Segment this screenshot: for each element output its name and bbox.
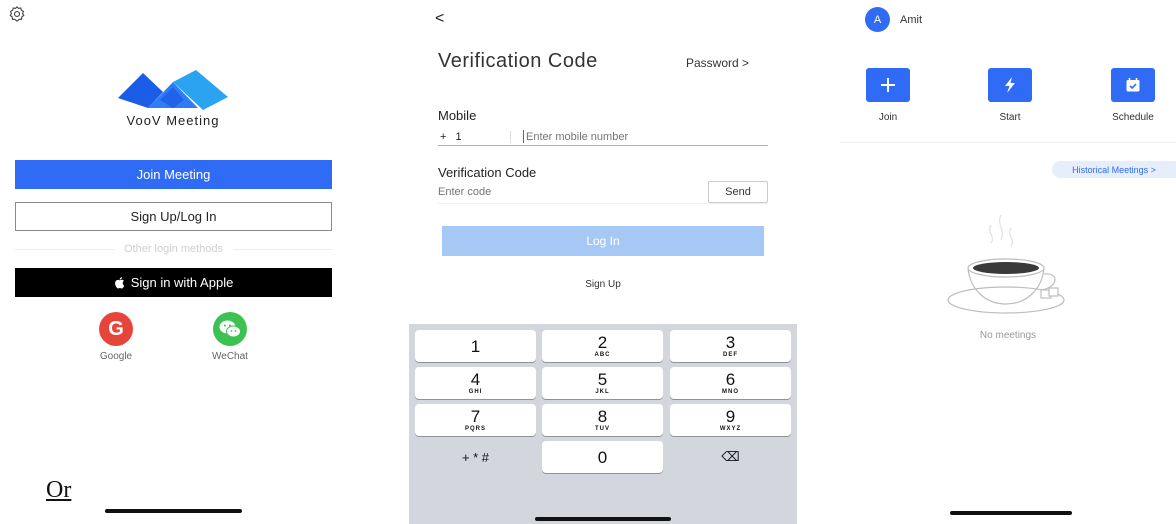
key-symbols-label: + * # — [461, 449, 490, 465]
mobile-number-input[interactable] — [526, 130, 726, 143]
key-5[interactable]: 5 JKL — [542, 367, 663, 399]
user-name[interactable]: Amit — [900, 14, 922, 26]
other-login-label: Other login methods — [123, 243, 224, 255]
key-digit: 1 — [470, 336, 481, 356]
numeric-keypad: 1 2 ABC 3 DEF 4 GHI 5 JKL 6 MNO 7 PQRS 8 TUV 9W… — [409, 324, 797, 524]
sign-in-with-apple-button[interactable]: Sign in with Apple — [15, 268, 332, 297]
gear-icon[interactable] — [8, 5, 26, 23]
field-separator — [510, 130, 511, 143]
back-button[interactable]: < — [435, 10, 444, 28]
wechat-label: WeChat — [212, 351, 248, 362]
home-screen: A Amit Join Start Schedule Historical Me… — [840, 0, 1176, 524]
divider-rule — [233, 248, 332, 250]
login-screen: VooV Meeting Join Meeting Sign Up/Log In… — [0, 0, 346, 524]
verification-screen: < Verification Code Password > Mobile + … — [409, 0, 797, 524]
country-code-selector[interactable]: + 1 — [438, 131, 510, 143]
signup-login-button[interactable]: Sign Up/Log In — [15, 202, 332, 231]
join-label: Join — [878, 112, 898, 123]
key-symbols[interactable]: + * # — [415, 441, 536, 473]
join-meeting-button[interactable]: Join Meeting — [15, 160, 332, 189]
start-label: Start — [999, 112, 1021, 123]
page-title: Verification Code — [438, 50, 598, 72]
mobile-label: Mobile — [438, 108, 477, 123]
plus-icon — [866, 68, 910, 102]
google-login-button[interactable]: G Google — [86, 312, 146, 362]
home-indicator — [950, 511, 1072, 515]
key-letters: PQRS — [464, 426, 486, 432]
key-digit: 9 — [725, 407, 736, 426]
key-7[interactable]: 7 PQRS — [415, 404, 536, 436]
join-button[interactable]: Join — [848, 68, 928, 123]
apple-icon — [114, 277, 124, 289]
key-letters: DEF — [723, 352, 738, 358]
key-letters: JKL — [595, 389, 610, 395]
apple-button-label: Sign in with Apple — [130, 275, 234, 290]
key-1[interactable]: 1 — [415, 330, 536, 362]
text-caret — [523, 130, 524, 143]
wechat-login-button[interactable]: WeChat — [200, 312, 260, 362]
key-backspace[interactable]: ⌫ — [670, 441, 791, 473]
key-2[interactable]: 2 ABC — [542, 330, 663, 362]
key-9[interactable]: 9 WXYZ — [670, 404, 791, 436]
home-indicator — [105, 509, 242, 513]
key-digit: 4 — [470, 370, 481, 389]
mobile-field-row: + 1 — [438, 128, 768, 146]
key-letters: TUV — [595, 426, 610, 432]
key-letters: ABC — [594, 352, 611, 358]
historical-meetings-button[interactable]: Historical Meetings > — [1052, 161, 1176, 178]
voov-logo-icon — [118, 70, 228, 110]
lightning-icon — [988, 68, 1032, 102]
key-digit: 2 — [597, 333, 608, 352]
key-letters: WXYZ — [719, 426, 742, 432]
schedule-label: Schedule — [1112, 112, 1154, 123]
key-digit: 6 — [725, 370, 736, 389]
key-6[interactable]: 6 MNO — [670, 367, 791, 399]
key-digit: 3 — [725, 333, 736, 352]
calendar-check-icon — [1111, 68, 1155, 102]
wechat-icon — [213, 312, 247, 346]
key-digit: 5 — [597, 370, 608, 389]
divider-rule — [15, 248, 114, 250]
key-8[interactable]: 8 TUV — [542, 404, 663, 436]
or-caption: Or — [46, 477, 72, 503]
start-button[interactable]: Start — [970, 68, 1050, 123]
key-digit: 8 — [597, 407, 608, 426]
key-4[interactable]: 4 GHI — [415, 367, 536, 399]
key-0[interactable]: 0 — [542, 441, 663, 473]
verification-code-input[interactable] — [438, 185, 638, 198]
home-indicator — [535, 517, 671, 521]
verification-code-label: Verification Code — [438, 165, 537, 180]
password-login-link[interactable]: Password > — [686, 56, 749, 70]
key-letters: MNO — [722, 389, 739, 395]
key-digit: 0 — [597, 447, 608, 467]
signup-link[interactable]: Sign Up — [409, 279, 797, 290]
empty-state-label: No meetings — [979, 330, 1037, 341]
login-button[interactable]: Log In — [442, 226, 764, 256]
key-letters: GHI — [468, 389, 483, 395]
schedule-button[interactable]: Schedule — [1093, 68, 1173, 123]
google-label: Google — [99, 351, 133, 362]
send-code-button[interactable]: Send — [708, 180, 768, 203]
avatar[interactable]: A — [865, 7, 890, 32]
code-field-row: Send — [438, 180, 768, 204]
other-login-divider: Other login methods — [15, 243, 332, 255]
backspace-icon: ⌫ — [721, 449, 740, 464]
google-icon: G — [99, 312, 133, 346]
key-digit: 7 — [470, 407, 481, 426]
section-divider — [840, 142, 1176, 143]
brand-name: VooV Meeting — [126, 113, 220, 128]
coffee-cup-illustration — [947, 214, 1065, 314]
key-3[interactable]: 3 DEF — [670, 330, 791, 362]
